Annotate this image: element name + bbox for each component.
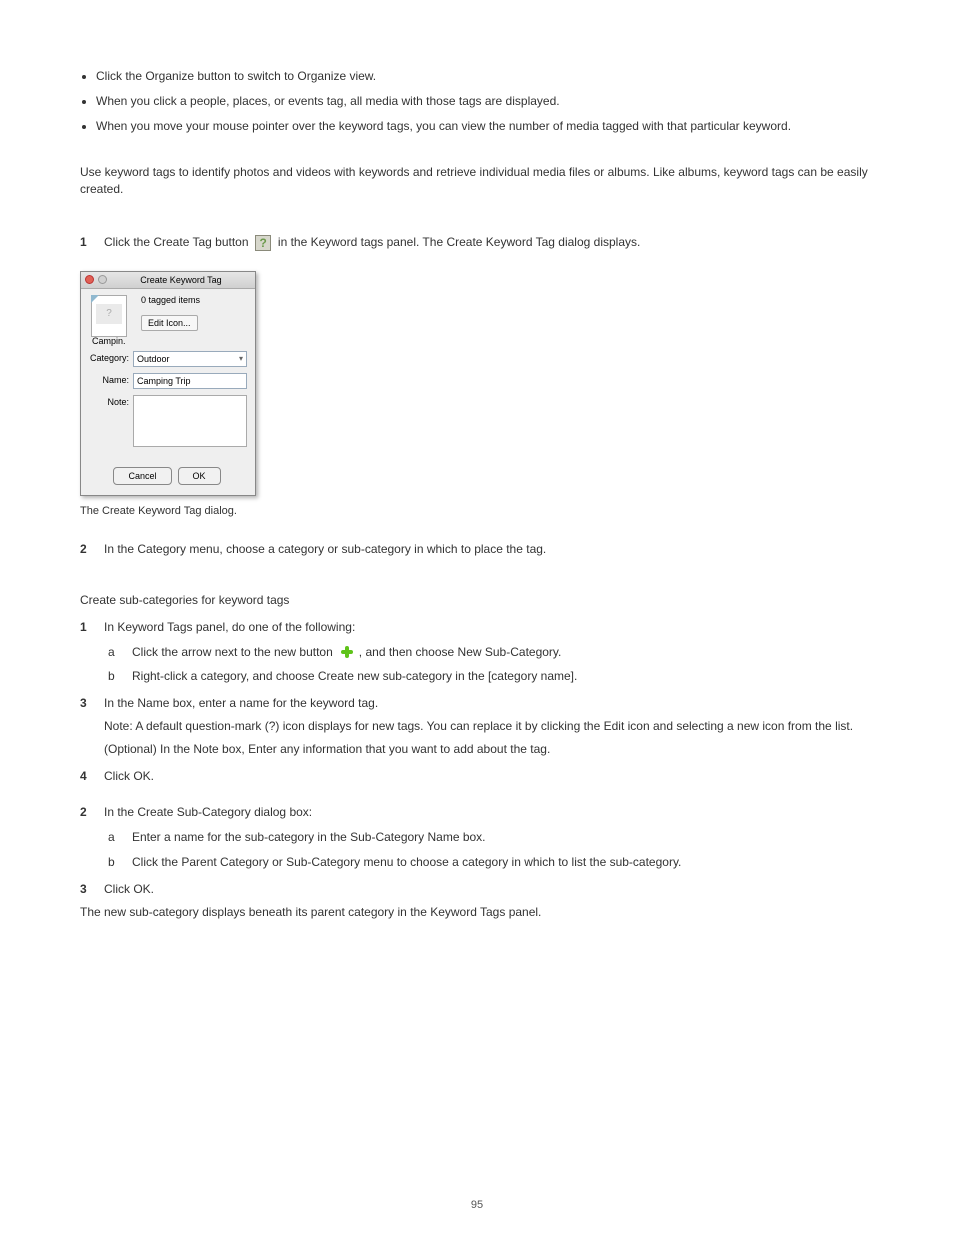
step-number: 2 xyxy=(80,541,94,558)
tag-preview: ? Campin... xyxy=(91,295,127,337)
chevron-down-icon: ▾ xyxy=(239,354,243,363)
sub-heading: Create sub-categories for keyword tags xyxy=(80,592,874,609)
dialog-titlebar: Create Keyword Tag xyxy=(81,272,255,289)
steps-list: 1 Click the Create Tag button in the Key… xyxy=(80,234,874,920)
question-icon: ? xyxy=(96,304,122,324)
step-text: Click OK. xyxy=(104,768,874,785)
plus-icon xyxy=(339,644,355,660)
step-text: In Keyword Tags panel, do one of the fol… xyxy=(104,619,874,636)
ok-button[interactable]: OK xyxy=(178,467,221,485)
top-bullets: Click the Organize button to switch to O… xyxy=(80,68,874,134)
category-label: Category: xyxy=(87,351,129,363)
step-number: 1 xyxy=(80,619,94,636)
step-text: In the Name box, enter a name for the ke… xyxy=(104,695,874,757)
substep-letter: a xyxy=(108,829,122,846)
tagged-items-count: 0 tagged items xyxy=(141,295,247,305)
note-label: Note: xyxy=(87,395,129,407)
note-field[interactable] xyxy=(133,395,247,447)
step-note: Note: A default question-mark (?) icon d… xyxy=(104,718,874,735)
name-field[interactable]: Camping Trip xyxy=(133,373,247,389)
bullet-item: When you click a people, places, or even… xyxy=(96,93,874,110)
substep-text: Click the arrow next to the new button ,… xyxy=(132,644,561,661)
step-number: 1 xyxy=(80,234,94,251)
substep-text: Right-click a category, and choose Creat… xyxy=(132,668,577,685)
step-number: 3 xyxy=(80,881,94,898)
step-text: In the Category menu, choose a category … xyxy=(104,541,874,558)
substep-text: Click the Parent Category or Sub-Categor… xyxy=(132,854,681,871)
substep-letter: b xyxy=(108,668,122,685)
create-keyword-tag-dialog: Create Keyword Tag ? Campin... 0 tagged … xyxy=(80,271,256,496)
name-label: Name: xyxy=(87,373,129,385)
page-number: 95 xyxy=(0,1199,954,1211)
step-number: 4 xyxy=(80,768,94,785)
page-content: Click the Organize button to switch to O… xyxy=(0,0,954,1235)
substep-text: Enter a name for the sub-category in the… xyxy=(132,829,486,846)
edit-icon-button[interactable]: Edit Icon... xyxy=(141,315,198,331)
step-text: In the Create Sub-Category dialog box: xyxy=(104,804,874,821)
minimize-icon[interactable] xyxy=(98,275,107,284)
category-select[interactable]: Outdoor ▾ xyxy=(133,351,247,367)
question-tag-icon xyxy=(255,235,271,251)
cancel-button[interactable]: Cancel xyxy=(113,467,171,485)
step-text: Click OK. xyxy=(104,881,874,898)
step-number: 2 xyxy=(80,804,94,821)
step-text: Click the Create Tag button in the Keywo… xyxy=(104,234,874,251)
dialog-caption: The Create Keyword Tag dialog. xyxy=(80,504,874,519)
preamble: Use keyword tags to identify photos and … xyxy=(80,164,874,198)
dialog-title: Create Keyword Tag xyxy=(111,275,251,285)
tag-preview-label: Campin... xyxy=(92,336,126,346)
bullet-item: Click the Organize button to switch to O… xyxy=(96,68,874,85)
tail-text: The new sub-category displays beneath it… xyxy=(80,904,874,921)
substep-letter: a xyxy=(108,644,122,661)
substep-letter: b xyxy=(108,854,122,871)
bullet-item: When you move your mouse pointer over th… xyxy=(96,118,874,135)
close-icon[interactable] xyxy=(85,275,94,284)
step-number: 3 xyxy=(80,695,94,757)
